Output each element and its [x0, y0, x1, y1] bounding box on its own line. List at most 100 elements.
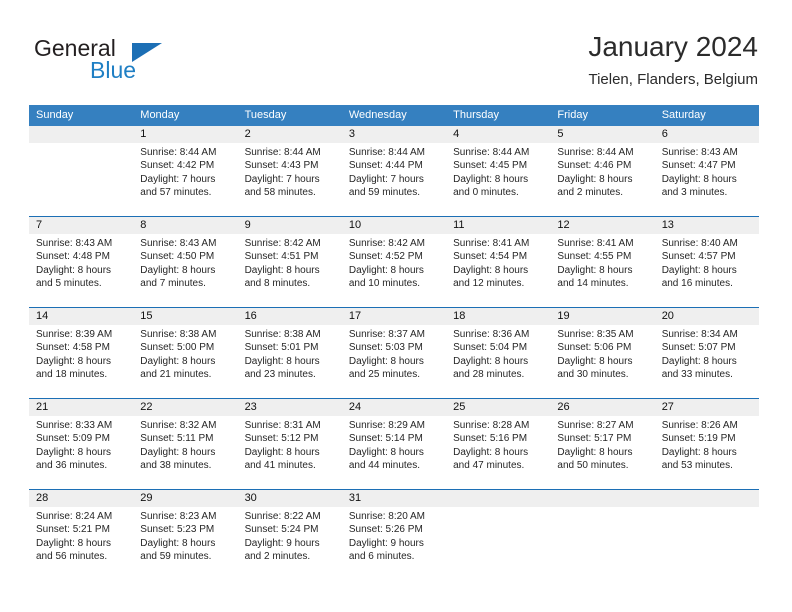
day-number[interactable]: 24 — [342, 399, 446, 416]
day-cell-details[interactable]: Sunrise: 8:43 AM Sunset: 4:47 PM Daylight:… — [655, 143, 759, 216]
day-cell-details[interactable]: Sunrise: 8:24 AM Sunset: 5:21 PM Daylight:… — [29, 507, 133, 580]
day-detail-line: Sunrise: 8:44 AM — [348, 147, 425, 158]
day-cell-details[interactable]: Sunrise: 8:28 AM Sunset: 5:16 PM Daylight:… — [446, 416, 550, 489]
day-cell-details[interactable]: Sunrise: 8:33 AM Sunset: 5:09 PM Daylight:… — [29, 416, 133, 489]
calendar-week-row: 7 8 9 10 11 12 13 Sunrise: 8:43 AM Sunset: 4:48 … — [29, 216, 759, 307]
day-cell-details[interactable]: Sunrise: 8:36 AM Sunset: 5:04 PM Daylight:… — [446, 325, 550, 398]
day-detail-line: Sunrise: 8:43 AM — [140, 238, 217, 249]
day-number[interactable]: 4 — [446, 126, 550, 143]
day-detail-band: Sunrise: 8:33 AM Sunset: 5:09 PM Daylight:… — [29, 416, 759, 489]
day-cell-details[interactable]: Sunrise: 8:38 AM Sunset: 5:01 PM Daylight:… — [238, 325, 342, 398]
day-number[interactable]: 10 — [342, 217, 446, 234]
day-cell-details[interactable]: Sunrise: 8:44 AM Sunset: 4:44 PM Daylight:… — [342, 143, 446, 216]
day-number[interactable]: 5 — [550, 126, 654, 143]
day-cell-details[interactable]: Sunrise: 8:31 AM Sunset: 5:12 PM Daylight:… — [238, 416, 342, 489]
brand-logo[interactable]: General Blue — [34, 35, 254, 95]
day-number[interactable]: 12 — [550, 217, 654, 234]
day-detail-line: and 16 minutes. — [661, 278, 733, 290]
day-detail-line: Sunset: 5:23 PM — [140, 524, 215, 536]
day-detail-line: and 59 minutes. — [348, 187, 421, 199]
day-cell-details[interactable]: Sunrise: 8:41 AM Sunset: 4:54 PM Daylight:… — [446, 234, 550, 307]
day-cell-details[interactable]: Sunrise: 8:44 AM Sunset: 4:43 PM Daylight:… — [238, 143, 342, 216]
day-number[interactable]: 30 — [238, 490, 342, 507]
day-number[interactable]: 25 — [446, 399, 550, 416]
day-detail-line: and 38 minutes. — [140, 460, 212, 472]
day-detail-line: and 50 minutes. — [557, 460, 629, 472]
day-detail-line: and 5 minutes. — [36, 278, 102, 290]
day-number[interactable]: 19 — [550, 308, 654, 325]
day-number[interactable]: 2 — [238, 126, 342, 143]
day-cell-details[interactable]: Sunrise: 8:41 AM Sunset: 4:55 PM Daylight:… — [550, 234, 654, 307]
day-number[interactable]: 26 — [550, 399, 654, 416]
calendar-weeks: 1 2 3 4 5 6 Sunrise: 8:44 AM Sunset: 4:42 PM Day… — [29, 126, 759, 580]
day-cell-details[interactable]: Sunrise: 8:27 AM Sunset: 5:17 PM Daylight:… — [550, 416, 654, 489]
day-number[interactable]: 18 — [446, 308, 550, 325]
day-cell-details[interactable]: Sunrise: 8:42 AM Sunset: 4:51 PM Daylight:… — [238, 234, 342, 307]
day-number[interactable]: 15 — [133, 308, 237, 325]
day-detail-line: Sunrise: 8:37 AM — [348, 329, 425, 340]
day-number[interactable]: 27 — [655, 399, 759, 416]
day-cell-details[interactable]: Sunrise: 8:32 AM Sunset: 5:11 PM Daylight:… — [133, 416, 237, 489]
day-cell-details[interactable]: Sunrise: 8:29 AM Sunset: 5:14 PM Daylight:… — [342, 416, 446, 489]
day-number[interactable]: 31 — [342, 490, 446, 507]
day-detail-line: Daylight: 8 hours — [661, 446, 737, 458]
day-cell-details[interactable]: Sunrise: 8:23 AM Sunset: 5:23 PM Daylight:… — [133, 507, 237, 580]
weekday-header-saturday: Saturday — [661, 109, 706, 121]
day-cell-details[interactable]: Sunrise: 8:44 AM Sunset: 4:42 PM Daylight:… — [133, 143, 237, 216]
day-detail-line: and 23 minutes. — [244, 369, 316, 381]
day-detail-line: Sunset: 5:01 PM — [244, 342, 319, 354]
day-number[interactable]: 20 — [655, 308, 759, 325]
day-cell-details[interactable]: Sunrise: 8:38 AM Sunset: 5:00 PM Daylight:… — [133, 325, 237, 398]
day-detail-line: Daylight: 8 hours — [348, 446, 424, 458]
day-detail-line: and 30 minutes. — [557, 369, 629, 381]
day-number[interactable]: 14 — [29, 308, 133, 325]
day-detail-band: Sunrise: 8:43 AM Sunset: 4:48 PM Daylight:… — [29, 234, 759, 307]
day-cell-details[interactable]: Sunrise: 8:37 AM Sunset: 5:03 PM Daylight:… — [342, 325, 446, 398]
day-number-band: 28 29 30 31 — [29, 490, 759, 507]
day-cell-empty — [550, 507, 654, 580]
day-cell-details[interactable]: Sunrise: 8:34 AM Sunset: 5:07 PM Daylight:… — [655, 325, 759, 398]
day-number[interactable]: 13 — [655, 217, 759, 234]
day-cell-empty — [446, 507, 550, 580]
day-number[interactable]: 8 — [133, 217, 237, 234]
day-number[interactable]: 23 — [238, 399, 342, 416]
day-number[interactable]: 17 — [342, 308, 446, 325]
day-number[interactable]: 1 — [133, 126, 237, 143]
day-number[interactable]: 9 — [238, 217, 342, 234]
day-cell-details[interactable]: Sunrise: 8:44 AM Sunset: 4:45 PM Daylight:… — [446, 143, 550, 216]
day-cell-details[interactable]: Sunrise: 8:26 AM Sunset: 5:19 PM Daylight:… — [655, 416, 759, 489]
day-cell-details[interactable]: Sunrise: 8:44 AM Sunset: 4:46 PM Daylight:… — [550, 143, 654, 216]
day-detail-line: and 10 minutes. — [348, 278, 421, 290]
day-detail-line: and 7 minutes. — [140, 278, 206, 290]
day-number[interactable]: 21 — [29, 399, 133, 416]
day-number[interactable]: 6 — [655, 126, 759, 143]
day-detail-line: Sunrise: 8:40 AM — [661, 238, 738, 249]
day-detail-line: and 8 minutes. — [244, 278, 311, 290]
day-cell-details[interactable]: Sunrise: 8:40 AM Sunset: 4:57 PM Daylight:… — [655, 234, 759, 307]
day-detail-line: Sunset: 4:58 PM — [36, 342, 110, 354]
day-number[interactable]: 11 — [446, 217, 550, 234]
day-detail-line: Sunrise: 8:31 AM — [244, 420, 321, 431]
day-cell-details[interactable]: Sunrise: 8:42 AM Sunset: 4:52 PM Daylight:… — [342, 234, 446, 307]
day-detail-line: Sunrise: 8:32 AM — [140, 420, 217, 431]
day-number[interactable]: 29 — [133, 490, 237, 507]
day-detail-line: and 56 minutes. — [36, 551, 108, 563]
weekday-header-thursday: Thursday — [453, 109, 499, 121]
day-cell-details[interactable]: Sunrise: 8:22 AM Sunset: 5:24 PM Daylight:… — [238, 507, 342, 580]
day-number[interactable]: 22 — [133, 399, 237, 416]
day-cell-details[interactable]: Sunrise: 8:39 AM Sunset: 4:58 PM Daylight:… — [29, 325, 133, 398]
day-detail-line: Sunset: 4:46 PM — [557, 160, 632, 172]
day-cell-details[interactable]: Sunrise: 8:35 AM Sunset: 5:06 PM Daylight:… — [550, 325, 654, 398]
day-detail-line: Sunrise: 8:29 AM — [348, 420, 425, 431]
day-cell-details[interactable]: Sunrise: 8:20 AM Sunset: 5:26 PM Daylight:… — [342, 507, 446, 580]
day-detail-line: Daylight: 8 hours — [453, 173, 529, 185]
day-number[interactable]: 16 — [238, 308, 342, 325]
day-cell-details[interactable]: Sunrise: 8:43 AM Sunset: 4:50 PM Daylight:… — [133, 234, 237, 307]
day-detail-line: Daylight: 8 hours — [557, 446, 633, 458]
weekday-header-sunday: Sunday — [36, 109, 74, 121]
day-cell-details[interactable]: Sunrise: 8:43 AM Sunset: 4:48 PM Daylight:… — [29, 234, 133, 307]
day-detail-line: and 18 minutes. — [36, 369, 108, 381]
day-number[interactable]: 3 — [342, 126, 446, 143]
day-number[interactable]: 28 — [29, 490, 133, 507]
day-number[interactable]: 7 — [29, 217, 133, 234]
